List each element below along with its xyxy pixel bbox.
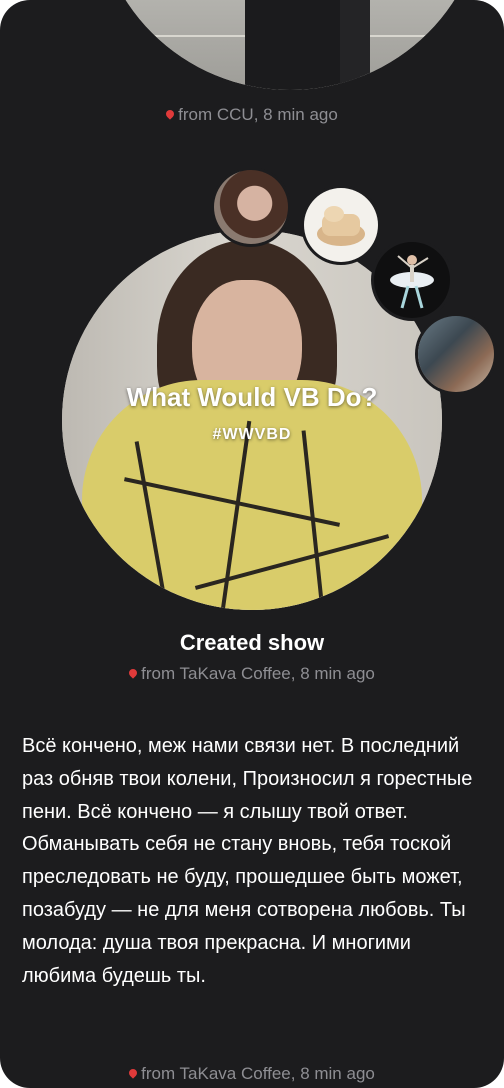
text-post-body: Всё кончено, меж нами связи нет. В после… [22, 735, 473, 987]
thumbnail-street-scene[interactable] [418, 316, 494, 392]
show-post-title: Created show [179, 630, 325, 655]
bread-loaf-icon [317, 206, 365, 246]
speaker-muted-icon[interactable] [108, 585, 132, 609]
video-sweater [82, 380, 422, 610]
sweater-stitch [194, 534, 390, 590]
feed-screen: from CCU, 8 min ago What Would VB Do? #W… [0, 0, 504, 1088]
show-post-meta: from TaKava Coffee, 8 min ago [0, 664, 504, 684]
location-pin-icon [127, 667, 139, 679]
show-overlay-hashtag: #WWVBD [212, 426, 292, 443]
thumbnail-woman-portrait[interactable] [214, 170, 288, 244]
thumbnail-bread-loaf[interactable] [304, 188, 378, 262]
ballerina-icon [390, 255, 434, 309]
sweater-stitch [134, 441, 174, 610]
location-pin-icon [127, 1067, 139, 1079]
previous-post-location: from CCU, 8 min ago [178, 105, 338, 124]
previous-post-media[interactable] [95, 0, 485, 90]
location-pin-icon [164, 108, 176, 120]
show-overlay-title: What Would VB Do? [126, 382, 378, 412]
text-post-location: from TaKava Coffee, 8 min ago [141, 1064, 375, 1083]
person-leg [340, 0, 370, 90]
previous-post-meta: from CCU, 8 min ago [0, 105, 504, 125]
thumbnail-ballerina[interactable] [374, 242, 450, 318]
text-post-meta: from TaKava Coffee, 8 min ago [0, 1064, 504, 1084]
show-post-location: from TaKava Coffee, 8 min ago [141, 664, 375, 683]
